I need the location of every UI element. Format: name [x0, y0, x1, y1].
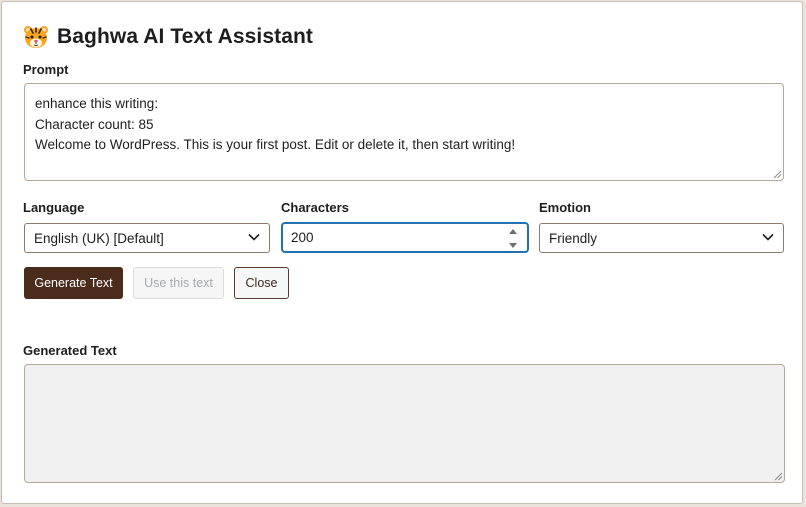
emotion-select[interactable]: Friendly — [539, 223, 784, 253]
chevron-down-icon — [762, 233, 774, 241]
tiger-face-icon — [24, 26, 48, 48]
resize-grip-icon[interactable] — [774, 472, 783, 481]
resize-grip-icon[interactable] — [773, 170, 782, 179]
prompt-line: Welcome to WordPress. This is your first… — [35, 137, 516, 152]
language-label: Language — [23, 200, 85, 215]
prompt-line: Character count: 85 — [35, 116, 154, 132]
emotion-selected-value: Friendly — [549, 230, 598, 246]
prompt-label: Prompt — [23, 62, 69, 77]
generate-text-button[interactable]: Generate Text — [24, 267, 123, 299]
generated-text-label: Generated Text — [23, 343, 117, 358]
close-button[interactable]: Close — [234, 267, 289, 299]
chevron-down-icon — [248, 233, 260, 241]
assistant-dialog: Baghwa AI Text Assistant Prompt enhance … — [1, 1, 803, 504]
dialog-header: Baghwa AI Text Assistant — [23, 21, 313, 53]
dialog-title: Baghwa AI Text Assistant — [57, 25, 314, 48]
characters-input[interactable]: 200 — [281, 222, 529, 253]
language-select[interactable]: English (UK) [Default] — [24, 223, 270, 253]
number-spinner-icon[interactable] — [508, 226, 518, 250]
characters-value: 200 — [291, 230, 314, 245]
emotion-label: Emotion — [539, 200, 591, 215]
prompt-textarea[interactable]: enhance this writing: Character count: 8… — [24, 83, 784, 181]
generated-text-area — [24, 364, 785, 483]
prompt-line: enhance this writing: — [35, 96, 159, 111]
characters-label: Characters — [281, 200, 349, 215]
language-selected-value: English (UK) [Default] — [34, 230, 164, 246]
use-this-text-button[interactable]: Use this text — [133, 267, 224, 299]
